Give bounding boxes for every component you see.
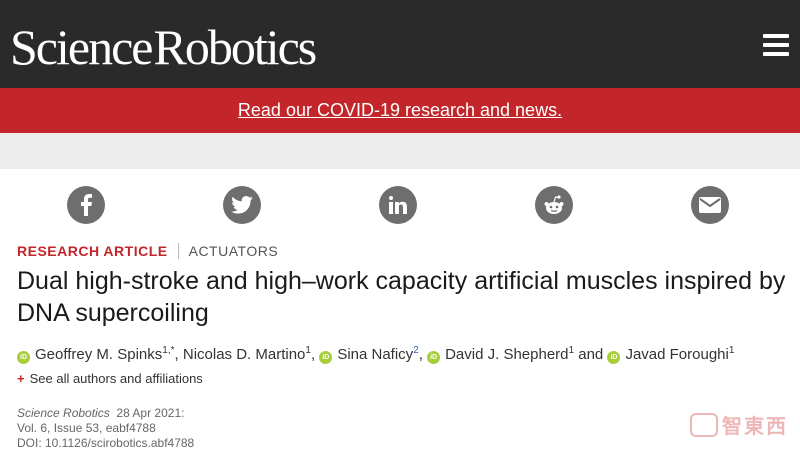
author-separator: ,	[310, 346, 316, 363]
site-header: Science Robotics	[0, 0, 800, 88]
article-title: Dual high-stroke and high–work capacity …	[17, 267, 786, 327]
author-affiliation-sup: 1	[728, 345, 735, 356]
citation-journal[interactable]: Science Robotics	[17, 406, 110, 420]
author-conjunction: and	[578, 346, 604, 363]
article-subject[interactable]: ACTUATORS	[189, 243, 279, 259]
share-bar	[0, 186, 800, 224]
watermark-text: 智東西	[722, 416, 788, 438]
citation-doi[interactable]: DOI: 10.1126/scirobotics.abf4788	[17, 436, 194, 451]
author-name[interactable]: Geoffrey M. Spinks	[35, 346, 162, 363]
author-affiliation-sup: 1	[568, 345, 575, 356]
facebook-icon[interactable]	[67, 186, 105, 224]
author-name[interactable]: Javad Foroughi	[625, 346, 728, 363]
see-all-authors-toggle[interactable]: + See all authors and affiliations	[17, 371, 203, 386]
author-separator: ,	[174, 346, 179, 363]
reddit-icon[interactable]	[535, 186, 573, 224]
orcid-icon[interactable]: iD	[319, 351, 333, 364]
author-name[interactable]: David J. Shepherd	[445, 346, 568, 363]
covid-banner: Read our COVID-19 research and news.	[0, 88, 800, 133]
grey-strip	[0, 133, 800, 169]
citation-line-1: Science Robotics 28 Apr 2021:	[17, 406, 194, 421]
article-type[interactable]: RESEARCH ARTICLE	[17, 243, 168, 259]
author-affiliation-sup: 1,*	[162, 345, 175, 356]
linkedin-icon[interactable]	[379, 186, 417, 224]
orcid-icon[interactable]: iD	[17, 351, 30, 364]
category-divider	[177, 243, 179, 259]
covid-banner-link[interactable]: Read our COVID-19 research and news.	[238, 100, 562, 121]
article-category: RESEARCH ARTICLE ACTUATORS	[17, 242, 278, 260]
watermark: 智東西	[690, 410, 788, 439]
logo-word-robotics: Robotics	[153, 19, 317, 75]
plus-icon: +	[17, 371, 25, 386]
see-all-label: See all authors and affiliations	[29, 371, 203, 386]
author-name[interactable]: Nicolas D. Martino	[183, 346, 306, 363]
author-list: iD Geoffrey M. Spinks1,*, Nicolas D. Mart…	[17, 345, 797, 365]
citation-block: Science Robotics 28 Apr 2021: Vol. 6, Is…	[17, 406, 194, 451]
author-name[interactable]: Sina Naficy	[337, 346, 413, 363]
twitter-icon[interactable]	[223, 186, 261, 224]
site-logo[interactable]: Science Robotics	[10, 18, 317, 75]
email-icon[interactable]	[691, 186, 729, 224]
watermark-logo-icon	[690, 412, 718, 437]
logo-word-science: Science	[10, 19, 153, 75]
citation-volume: Vol. 6, Issue 53, eabf4788	[17, 421, 156, 435]
orcid-icon[interactable]: iD	[427, 351, 441, 364]
hamburger-menu-icon[interactable]	[763, 34, 789, 56]
orcid-icon[interactable]: iD	[607, 351, 621, 364]
citation-date: 28 Apr 2021:	[116, 406, 185, 420]
author-separator: ,	[418, 346, 423, 363]
